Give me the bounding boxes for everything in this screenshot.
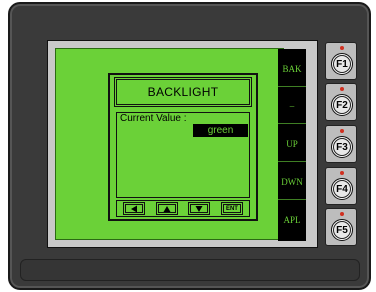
backlight-dialog: BACKLIGHT Current Value : green ENT [108, 73, 258, 221]
softkey-up[interactable]: UP [278, 126, 306, 162]
dialog-title: BACKLIGHT [116, 79, 250, 105]
current-value-field[interactable]: green [193, 124, 248, 137]
up-arrow-icon [163, 205, 171, 212]
f3-button[interactable]: F3 [331, 136, 353, 158]
f2-button[interactable]: F2 [331, 94, 353, 116]
softkey-dwn[interactable]: DWN [278, 164, 306, 200]
up-arrow-button[interactable] [155, 202, 178, 215]
softkey-blank[interactable]: – [278, 88, 306, 124]
function-key-column: F1 F2 F3 F4 F5 [325, 40, 357, 248]
function-key-housing-2: F2 [325, 83, 357, 121]
current-value-label: Current Value : [120, 113, 187, 124]
f1-button[interactable]: F1 [331, 53, 353, 75]
led-indicator-icon [340, 87, 344, 91]
down-arrow-icon [195, 205, 203, 212]
function-key-housing-4: F4 [325, 167, 357, 205]
softkey-apl[interactable]: APL [278, 202, 306, 238]
dialog-body: Current Value : green [116, 112, 250, 198]
lcd-screen: BACKLIGHT Current Value : green ENT BAK … [55, 48, 306, 241]
left-arrow-button[interactable] [123, 202, 145, 215]
led-indicator-icon [340, 171, 344, 175]
down-arrow-button[interactable] [188, 202, 211, 215]
dialog-button-row: ENT [116, 200, 250, 217]
led-indicator-icon [340, 212, 344, 216]
led-indicator-icon [340, 129, 344, 133]
f4-button[interactable]: F4 [331, 178, 353, 200]
softkey-sidebar: BAK – UP DWN APL [278, 49, 306, 241]
housing-lower-panel [20, 259, 360, 281]
left-arrow-icon [131, 205, 137, 212]
function-key-housing-1: F1 [325, 42, 357, 80]
f5-button[interactable]: F5 [331, 219, 353, 241]
softkey-bak[interactable]: BAK [278, 51, 306, 87]
led-indicator-icon [340, 46, 344, 50]
enter-button[interactable]: ENT [220, 202, 243, 215]
function-key-housing-3: F3 [325, 125, 357, 163]
function-key-housing-5: F5 [325, 208, 357, 246]
